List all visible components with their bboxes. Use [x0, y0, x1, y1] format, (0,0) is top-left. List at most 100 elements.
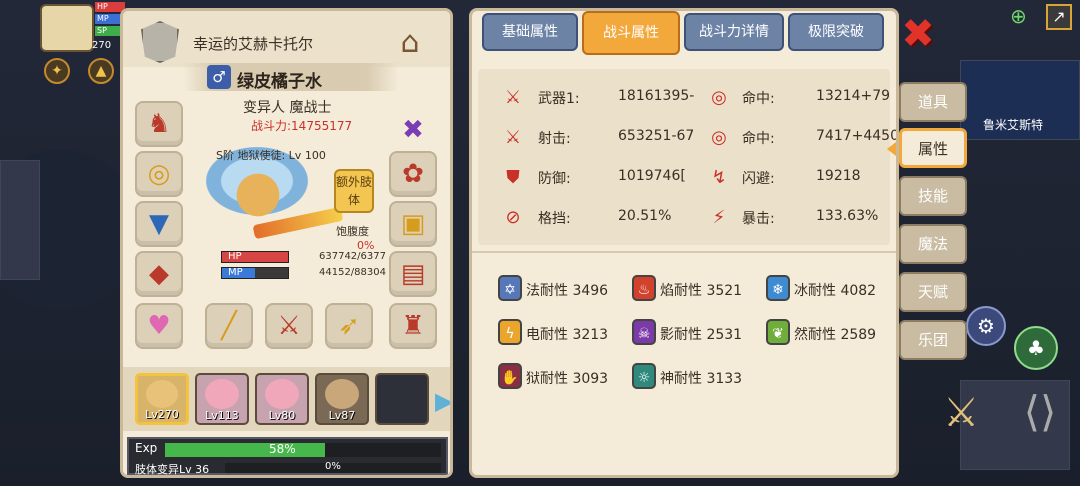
male-gender-icon: ♂ [207, 65, 231, 89]
party-member-card[interactable]: Lv80 [255, 373, 309, 425]
resistance-value: 神耐性 3133 [660, 371, 743, 387]
extra-body-button[interactable]: 额外肢体 [334, 169, 374, 213]
buff-icon[interactable]: ✦ [44, 58, 70, 84]
party-next-arrow-icon[interactable]: ▶ [435, 387, 450, 415]
armor-slot[interactable]: ▼ [135, 201, 183, 247]
tree-icon[interactable]: ♣ [1014, 326, 1058, 370]
resistance-value: 电耐性 3213 [526, 327, 609, 343]
gauntlet-slot[interactable]: ◆ [135, 251, 183, 297]
close-icon[interactable]: ✖ [898, 14, 938, 54]
hp-bar: HP [221, 251, 289, 263]
resistance-value: 冰耐性 4082 [794, 283, 877, 299]
shield-icon: ⛊ [506, 167, 520, 188]
cape-slot[interactable]: ✿ [389, 151, 437, 197]
charm-slot[interactable]: ♜ [389, 303, 437, 349]
hp-text: 637742/6377 [319, 251, 386, 262]
mp-bar-label: MP [228, 267, 243, 278]
party-member-card[interactable]: Lv270 [135, 373, 189, 425]
combat-power-label: 战斗力: [251, 119, 292, 133]
necklace-slot[interactable]: ◎ [135, 151, 183, 197]
player-avatar[interactable] [40, 4, 94, 52]
stat-value: 20.51% [618, 208, 672, 224]
shadow-resist-icon: ☠ [632, 319, 656, 345]
side-tab-indicator [887, 142, 896, 156]
character-class: 变异人 魔战士 [243, 100, 332, 116]
combat-power-value: 14755177 [291, 119, 353, 133]
stat-label: 命中: [742, 131, 775, 147]
body-mutation-percent: 0% [325, 461, 341, 472]
party-member-level: Lv87 [328, 409, 356, 422]
belt-slot[interactable]: ▣ [389, 201, 437, 247]
resistance-value: 焰耐性 3521 [660, 283, 743, 299]
lightning-resist-icon: ϟ [498, 319, 522, 345]
magic-resist-icon: ✡ [498, 275, 522, 301]
divine-resist-icon: ☼ [632, 363, 656, 389]
helmet-slot[interactable]: ♞ [135, 101, 183, 147]
stat-label: 闪避: [742, 171, 775, 187]
stat-value: 653251-67 [618, 128, 695, 144]
stat-label: 格挡: [538, 211, 571, 227]
character-panel: 幸运的艾赫卡托尔 ⌂ ♂ 绿皮橘子水 变异人 魔战士 战斗力:14755177 … [120, 8, 453, 478]
character-name[interactable]: 绿皮橘子水 [237, 67, 322, 92]
resistance-value: 影耐性 2531 [660, 327, 743, 343]
boots-slot[interactable]: ▤ [389, 251, 437, 297]
mp-bar: MP [221, 267, 289, 279]
ice-resist-icon: ❄ [766, 275, 790, 301]
guild-emblem-icon[interactable] [141, 21, 179, 63]
satiety-label: 饱腹度 [336, 225, 369, 238]
stats-divider [472, 251, 896, 253]
body-mutation-label: 肢体变异Lv 36 [135, 463, 210, 476]
tab-combat-attributes[interactable]: 战斗属性 [582, 11, 680, 55]
spear-slot[interactable]: ⚔ [265, 303, 313, 349]
stat-label: 防御: [538, 171, 571, 187]
bow-slot[interactable]: ➶ [325, 303, 373, 349]
exp-bar-fill [165, 443, 326, 457]
party-member-card[interactable]: Lv113 [195, 373, 249, 425]
stat-label: 射击: [538, 131, 571, 147]
dodge-icon: ↯ [711, 167, 727, 188]
emblem-slot[interactable]: ✖ [389, 107, 437, 153]
tab-power-details[interactable]: 战斗力详情 [684, 13, 784, 51]
party-member-level: Lv80 [268, 409, 296, 422]
pet-slot[interactable]: ♥ [135, 303, 183, 349]
side-tab-attributes[interactable]: 属性 [899, 128, 967, 168]
stat-label: 武器1: [538, 91, 580, 107]
exp-panel: Exp 58% 肢体变异Lv 36 0% [127, 437, 448, 475]
wardrobe-hanger-icon[interactable]: ⌂ [390, 21, 430, 65]
party-empty-slot[interactable] [375, 373, 429, 425]
tab-basic-attributes[interactable]: 基础属性 [482, 13, 578, 51]
stat-value: 19218 [816, 168, 861, 184]
buff-icon[interactable]: ▲ [88, 58, 114, 84]
stat-label: 命中: [742, 91, 775, 107]
party-member-card[interactable]: Lv87 [315, 373, 369, 425]
crit-icon: ⚡ [712, 207, 726, 228]
stat-value: 133.63% [816, 208, 879, 224]
party-member-avatar [146, 380, 178, 408]
side-tab-magic[interactable]: 魔法 [899, 224, 967, 264]
staff-slot[interactable]: ╱ [205, 303, 253, 349]
target-icon: ◎ [711, 127, 727, 148]
side-tab-items[interactable]: 道具 [899, 82, 967, 122]
exit-icon[interactable]: ↗ [1046, 4, 1072, 30]
settings-gear-icon[interactable]: ⚙ [966, 306, 1006, 346]
party-member-level: Lv270 [145, 408, 179, 421]
player-level: 270 [92, 40, 112, 51]
stat-value: 1019746[ [618, 168, 686, 184]
party-member-avatar [325, 379, 359, 409]
attack-sword-icon[interactable]: ⚔ [936, 388, 986, 438]
exp-bar [165, 443, 441, 457]
side-tab-skills[interactable]: 技能 [899, 176, 967, 216]
switch-icon[interactable]: ⟨⟩ [1010, 384, 1070, 440]
network-icon[interactable]: ⊕ [1010, 4, 1036, 30]
guild-name: 幸运的艾赫卡托尔 [193, 35, 314, 53]
side-tab-talent[interactable]: 天赋 [899, 272, 967, 312]
rank-title: S阶 地狱使徒: Lv 100 [216, 149, 326, 162]
nature-resist-icon: ❦ [766, 319, 790, 345]
stats-panel: 基础属性 战斗属性 战斗力详情 极限突破 ⚔ 武器1: 18161395- ◎ … [469, 8, 899, 478]
exp-label: Exp [135, 441, 158, 455]
tab-limit-break[interactable]: 极限突破 [788, 13, 884, 51]
map-tile [0, 160, 40, 280]
resistance-value: 法耐性 3496 [526, 283, 609, 299]
side-tab-band[interactable]: 乐团 [899, 320, 967, 360]
stat-value: 13214+79 [816, 88, 891, 104]
